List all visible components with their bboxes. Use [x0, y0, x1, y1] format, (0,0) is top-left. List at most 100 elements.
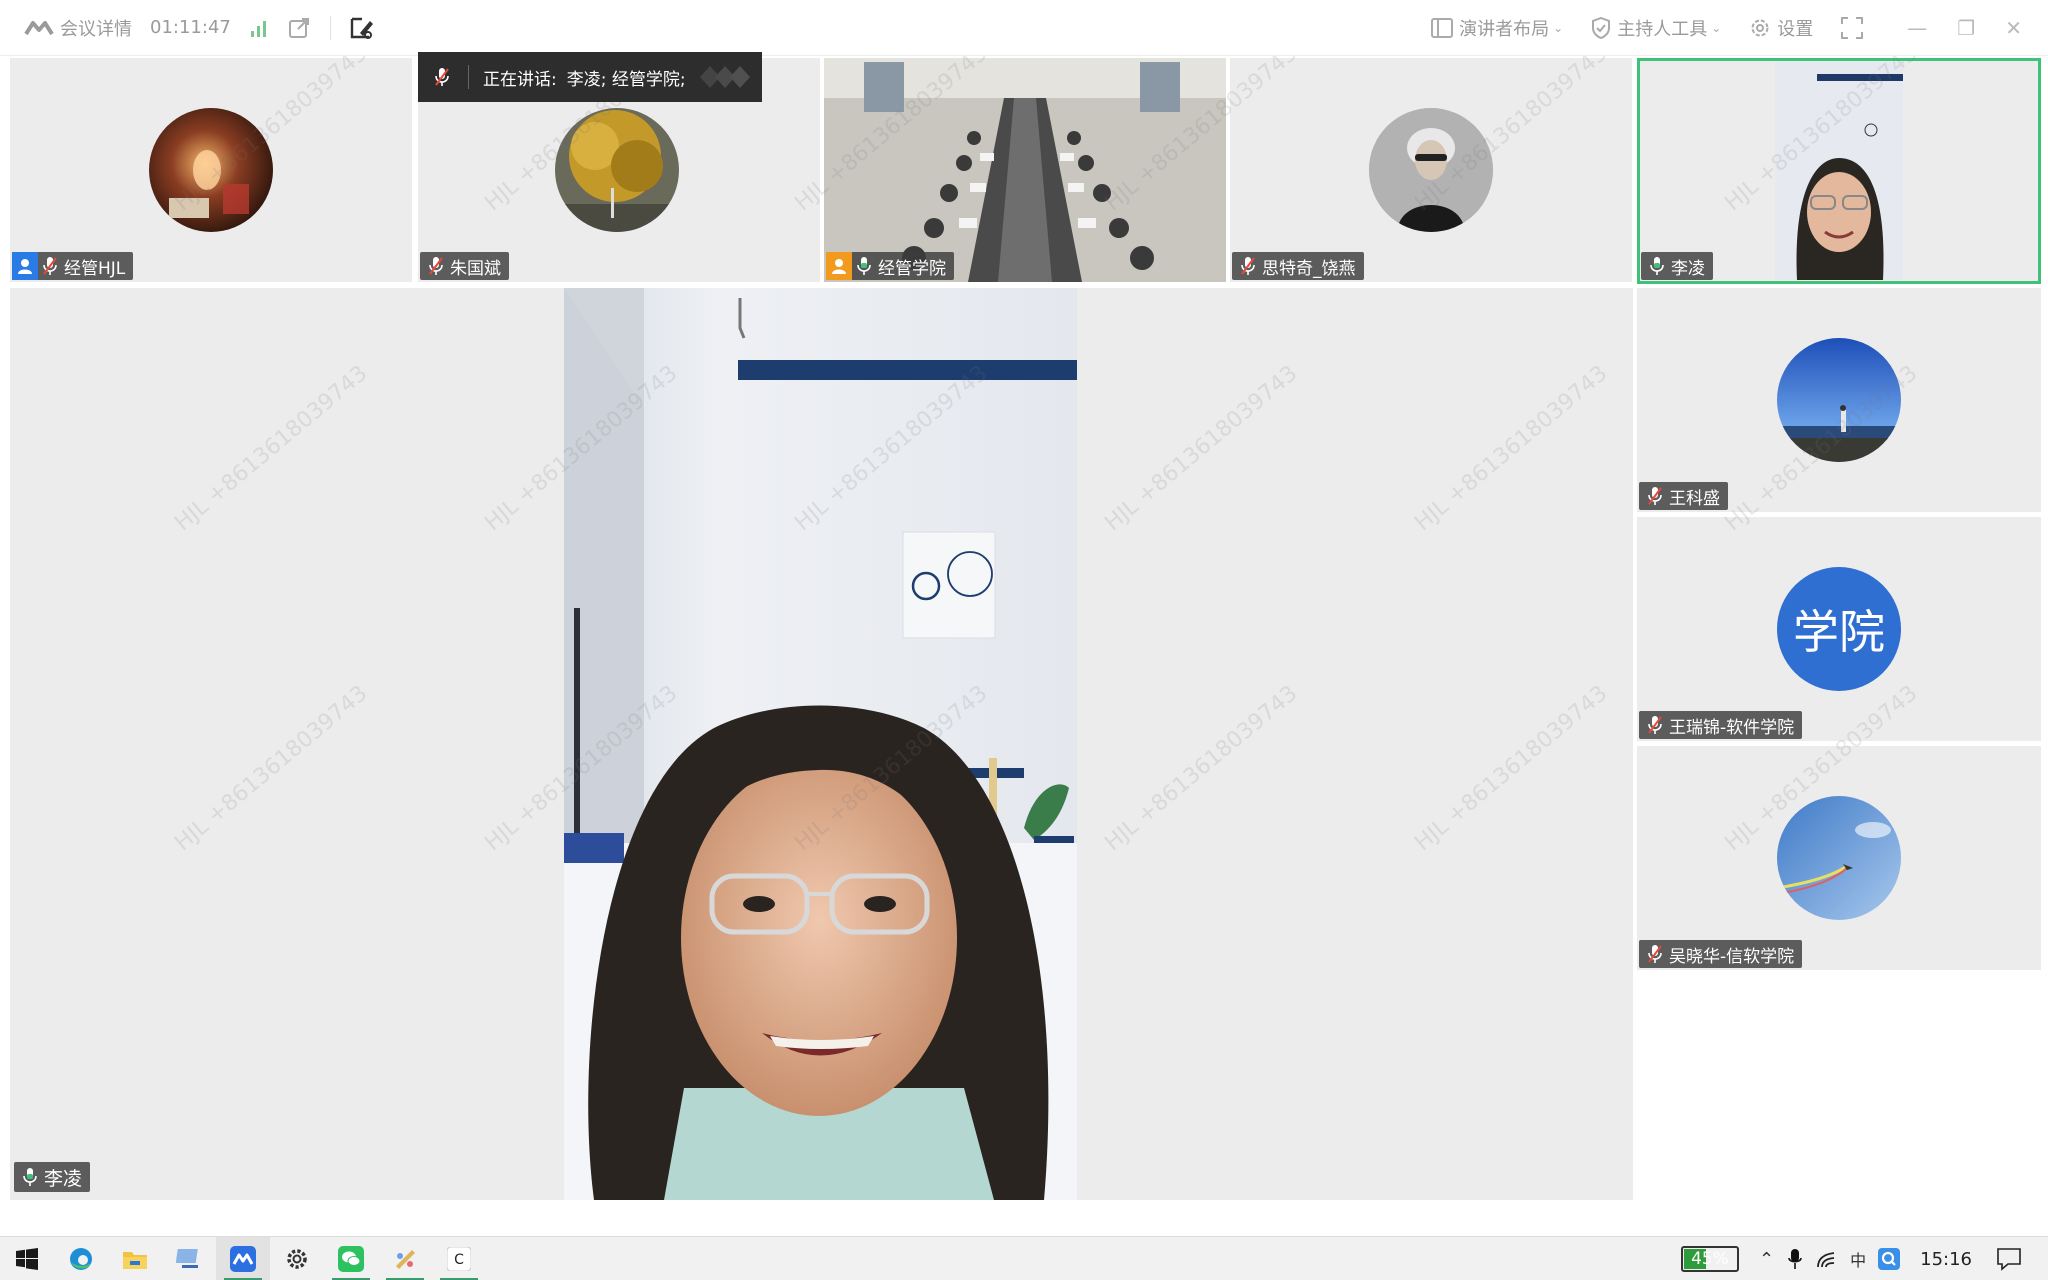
- meeting-details-button[interactable]: 会议详情: [24, 15, 132, 41]
- taskbar-file-explorer[interactable]: [108, 1237, 162, 1280]
- network-signal-icon[interactable]: [250, 19, 266, 37]
- mic-muted-icon: [1648, 487, 1662, 505]
- fullscreen-icon[interactable]: [1841, 17, 1864, 39]
- search-app-icon[interactable]: [1878, 1248, 1901, 1270]
- battery-indicator[interactable]: 45%: [1681, 1246, 1740, 1272]
- host-badge-icon: [12, 252, 38, 280]
- minimize-window-icon[interactable]: —: [1907, 16, 1927, 40]
- taskbar-tencent-meeting[interactable]: [216, 1236, 270, 1280]
- toolbar-divider: [329, 15, 331, 40]
- host-tools-button[interactable]: 主持人工具 ⌄: [1591, 15, 1721, 41]
- participant-name: 王科盛: [1669, 488, 1720, 509]
- participant-avatar: [1777, 338, 1901, 462]
- taskbar-wechat[interactable]: [324, 1237, 378, 1280]
- taskbar-clock[interactable]: 15:16: [1920, 1249, 1972, 1270]
- windows-logo-icon: [16, 1247, 38, 1270]
- paint-palette-icon: [396, 1249, 415, 1269]
- speaker-layout-button[interactable]: 演讲者布局 ⌄: [1431, 15, 1563, 41]
- cohost-badge-icon: [826, 252, 852, 280]
- system-tray: 45% ⌃ 中 15:16: [1681, 1237, 2048, 1280]
- layout-icon: [1431, 18, 1454, 38]
- participant-name-tag: 经管学院: [826, 252, 954, 280]
- meeting-details-label: 会议详情: [60, 18, 132, 40]
- mic-muted-icon: [43, 257, 57, 275]
- main-speaker-video: [564, 288, 1077, 1200]
- annotation-tool-icon[interactable]: [349, 15, 375, 41]
- participant-avatar: [1369, 108, 1493, 232]
- mic-muted-icon: [1648, 716, 1662, 734]
- taskbar-app-remote[interactable]: [162, 1237, 216, 1280]
- participant-avatar: [149, 108, 273, 232]
- participant-tile-sitiqi-raoyan[interactable]: 思特奇_饶燕: [1230, 58, 1632, 282]
- meeting-timer: 01:11:47: [150, 17, 231, 38]
- mic-muted-icon: [1648, 945, 1662, 963]
- windows-taskbar: C 45% ⌃ 中 15:16: [0, 1236, 2048, 1280]
- remote-desktop-icon: [176, 1248, 198, 1268]
- avatar-initials: 学院: [1793, 605, 1885, 659]
- participant-name-tag: 李凌: [1641, 252, 1713, 280]
- participant-name: 经管学院: [878, 258, 946, 279]
- show-hidden-icons-icon[interactable]: ⌃: [1759, 1249, 1774, 1270]
- input-method-icon[interactable]: 中: [1850, 1247, 1866, 1271]
- participant-name-tag: 王科盛: [1639, 482, 1728, 510]
- microphone-icon[interactable]: [1788, 1248, 1802, 1270]
- main-speaker-name-tag: 李凌: [14, 1162, 91, 1192]
- settings-button[interactable]: 设置: [1749, 15, 1813, 41]
- taskbar-paint[interactable]: [378, 1237, 432, 1280]
- close-window-icon[interactable]: ✕: [2005, 16, 2022, 40]
- taskbar-edge[interactable]: [54, 1237, 108, 1280]
- svg-text:C: C: [454, 1252, 464, 1268]
- chevron-down-icon: ⌄: [1553, 21, 1564, 35]
- participant-video-thumbnail: [1775, 62, 1903, 280]
- mic-on-icon: [23, 1168, 37, 1186]
- participant-tile-wu-xiaohua[interactable]: 吴晓华-信软学院: [1637, 746, 2041, 970]
- external-share-icon[interactable]: [288, 17, 310, 39]
- participant-name: 思特奇_饶燕: [1262, 258, 1356, 279]
- shield-icon: [1592, 17, 1611, 39]
- participant-tile-jingguan-xueyuan[interactable]: 经管学院: [824, 58, 1226, 282]
- settings-label: 设置: [1777, 19, 1814, 40]
- banner-decoration-icon: [700, 66, 750, 88]
- now-speaking-names: 李凌; 经管学院;: [566, 69, 686, 90]
- video-stage: 正在讲话: 李凌; 经管学院; 经管HJL 朱国斌 经管学院 思特奇_饶燕 李凌…: [0, 52, 2048, 1236]
- participant-tile-li-ling[interactable]: 李凌: [1637, 58, 2041, 284]
- participant-avatar: [1777, 796, 1901, 920]
- banner-divider: [468, 65, 469, 89]
- start-button[interactable]: [0, 1237, 54, 1280]
- now-speaking-label: 正在讲话:: [483, 69, 557, 90]
- battery-percent: 45%: [1691, 1249, 1729, 1269]
- mic-muted-icon: [435, 68, 449, 86]
- chevron-down-icon: ⌄: [1711, 21, 1722, 35]
- gear-icon: [287, 1248, 307, 1269]
- taskbar-app-c[interactable]: C: [432, 1237, 486, 1280]
- mic-muted-icon: [429, 257, 443, 275]
- participant-avatar: [555, 108, 679, 232]
- restore-window-icon[interactable]: ❐: [1957, 16, 1975, 40]
- participant-tile-wang-kesheng[interactable]: 王科盛: [1637, 288, 2041, 512]
- wechat-icon: [338, 1245, 364, 1272]
- wifi-icon[interactable]: [1816, 1249, 1838, 1269]
- conference-room-video: [824, 58, 1226, 282]
- tencent-meeting-logo-icon: [24, 20, 54, 35]
- participant-name: 李凌: [1671, 258, 1705, 279]
- participant-name-tag: 思特奇_饶燕: [1232, 252, 1364, 280]
- meeting-toolbar: 会议详情 01:11:47 演讲者布局 ⌄ 主持人工具 ⌄ 设置 — ❐ ✕: [0, 0, 2048, 56]
- main-speaker-tile[interactable]: 李凌: [10, 288, 1633, 1200]
- notification-center-icon[interactable]: [1996, 1247, 2022, 1271]
- participant-name: 王瑞锦-软件学院: [1669, 717, 1795, 738]
- edge-browser-icon: [70, 1247, 92, 1270]
- taskbar-settings[interactable]: [270, 1237, 324, 1280]
- tencent-meeting-icon: [230, 1245, 256, 1272]
- mic-on-icon: [1650, 257, 1664, 275]
- participant-tile-wang-ruijin[interactable]: 学院 王瑞锦-软件学院: [1637, 517, 2041, 741]
- participant-avatar: 学院: [1777, 567, 1901, 691]
- folder-icon: [123, 1251, 147, 1269]
- participant-name-tag: 经管HJL: [12, 252, 134, 280]
- participant-tile-jingguan-hjl[interactable]: 经管HJL: [10, 58, 412, 282]
- host-tools-label: 主持人工具: [1617, 19, 1708, 40]
- participant-name-tag: 朱国斌: [420, 252, 509, 280]
- speaker-layout-label: 演讲者布局: [1459, 19, 1550, 40]
- main-speaker-name: 李凌: [44, 1167, 83, 1190]
- participant-name: 吴晓华-信软学院: [1669, 946, 1795, 967]
- mic-on-icon: [857, 257, 871, 275]
